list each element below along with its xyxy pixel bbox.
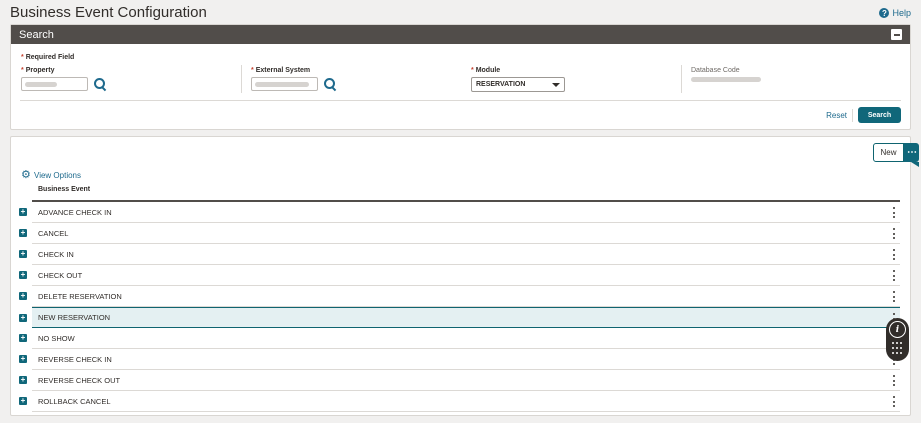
- table-row-selected[interactable]: + NEW RESERVATION: [19, 307, 900, 328]
- required-star-icon: *: [251, 67, 254, 74]
- help-link[interactable]: ? Help: [879, 8, 911, 18]
- collapse-panel-button[interactable]: [891, 29, 902, 40]
- expand-icon[interactable]: +: [19, 334, 27, 342]
- page-title: Business Event Configuration: [10, 4, 207, 21]
- chevron-down-icon: [552, 82, 560, 87]
- required-star-icon: *: [471, 67, 474, 74]
- row-label: NEW RESERVATION: [38, 313, 111, 322]
- field-divider: [681, 65, 682, 93]
- module-label-text: Module: [475, 67, 501, 74]
- search-divider: [20, 100, 901, 101]
- search-icon[interactable]: [324, 78, 336, 90]
- row-label: REVERSE CHECK IN: [38, 354, 112, 364]
- property-input[interactable]: [21, 77, 88, 91]
- row-actions-icon[interactable]: [893, 270, 895, 281]
- table-row[interactable]: + DELETE RESERVATION: [19, 286, 900, 307]
- search-panel-header: Search: [11, 25, 910, 44]
- search-panel: Search * Required Field * Property * Ext…: [10, 24, 911, 130]
- table-row[interactable]: + ADVANCE CHECK IN: [19, 202, 900, 223]
- module-selected-value: RESERVATION: [476, 81, 526, 88]
- reset-link[interactable]: Reset: [826, 111, 847, 120]
- expand-icon[interactable]: +: [19, 271, 27, 279]
- table-row[interactable]: + NO SHOW: [19, 328, 900, 349]
- table-row[interactable]: + REVERSE CHECK IN: [19, 349, 900, 370]
- row-label: NO SHOW: [38, 333, 75, 343]
- module-field: * Module RESERVATION: [471, 67, 565, 92]
- table-row[interactable]: + CHECK IN: [19, 244, 900, 265]
- row-actions-icon[interactable]: [893, 249, 895, 260]
- module-select[interactable]: RESERVATION: [471, 77, 565, 92]
- property-label-text: Property: [25, 67, 55, 74]
- table-row[interactable]: + REVERSE CHECK OUT: [19, 370, 900, 391]
- button-divider: [852, 109, 853, 122]
- expand-icon[interactable]: +: [19, 250, 27, 258]
- row-actions-icon[interactable]: [893, 291, 895, 302]
- new-button[interactable]: New: [873, 143, 904, 162]
- external-system-input[interactable]: [251, 77, 318, 91]
- required-note-text: Required Field: [25, 54, 75, 61]
- expand-icon[interactable]: +: [19, 376, 27, 384]
- database-code-label: Database Code: [691, 67, 740, 74]
- row-actions-icon[interactable]: [893, 228, 895, 239]
- question-circle-icon: ?: [879, 8, 890, 18]
- external-system-field: * External System: [251, 67, 336, 91]
- row-label: REVERSE CHECK OUT: [38, 375, 121, 385]
- gear-icon: ⚙: [21, 169, 31, 181]
- expand-icon[interactable]: +: [19, 208, 27, 216]
- row-label: ROLLBACK CANCEL: [38, 396, 111, 406]
- table-row[interactable]: + CHECK OUT: [19, 265, 900, 286]
- row-actions-icon[interactable]: [893, 396, 895, 407]
- table-row[interactable]: + ROLLBACK CANCEL: [19, 391, 900, 412]
- redacted-value: [255, 81, 309, 87]
- required-star-icon: *: [21, 54, 24, 61]
- view-options-link[interactable]: ⚙ View Options: [21, 169, 81, 181]
- expand-icon[interactable]: +: [19, 229, 27, 237]
- column-header-business-event: Business Event: [38, 186, 91, 193]
- search-icon[interactable]: [94, 78, 106, 90]
- field-divider: [241, 65, 242, 93]
- search-panel-title: Search: [19, 28, 54, 41]
- database-code-field: Database Code: [691, 67, 761, 82]
- view-options-label: View Options: [34, 170, 81, 180]
- external-system-label-text: External System: [255, 67, 311, 74]
- table-row[interactable]: + CANCEL: [19, 223, 900, 244]
- minus-icon: [893, 33, 900, 36]
- more-actions-button[interactable]: ⋯: [904, 143, 919, 167]
- expand-icon[interactable]: +: [19, 397, 27, 405]
- expand-icon[interactable]: +: [19, 313, 27, 322]
- row-actions-icon[interactable]: [893, 375, 895, 386]
- help-label: Help: [892, 8, 911, 18]
- required-star-icon: *: [21, 67, 24, 74]
- row-label: CANCEL: [38, 228, 69, 238]
- redacted-value: [691, 77, 761, 82]
- expand-icon[interactable]: +: [19, 355, 27, 363]
- property-label: * Property: [21, 67, 106, 74]
- business-event-table: + ADVANCE CHECK IN + CANCEL + CHECK IN + CHE…: [19, 202, 900, 412]
- external-system-label: * External System: [251, 67, 336, 74]
- row-label: DELETE RESERVATION: [38, 291, 122, 301]
- row-label: ADVANCE CHECK IN: [38, 207, 112, 217]
- grid-menu-icon[interactable]: [892, 342, 903, 356]
- expand-icon[interactable]: +: [19, 292, 27, 300]
- results-panel: New ⋯ ⚙ View Options Business Event + ADV…: [10, 136, 919, 416]
- module-label: * Module: [471, 67, 565, 74]
- info-icon[interactable]: i: [889, 321, 906, 338]
- property-field: * Property: [21, 67, 106, 91]
- row-actions-icon[interactable]: [893, 207, 895, 218]
- row-label: CHECK IN: [38, 249, 74, 259]
- required-field-note: * Required Field: [21, 54, 74, 61]
- redacted-value: [25, 81, 57, 87]
- floating-assistant-widget[interactable]: i: [886, 318, 909, 361]
- row-label: CHECK OUT: [38, 270, 83, 280]
- search-button[interactable]: Search: [858, 107, 901, 123]
